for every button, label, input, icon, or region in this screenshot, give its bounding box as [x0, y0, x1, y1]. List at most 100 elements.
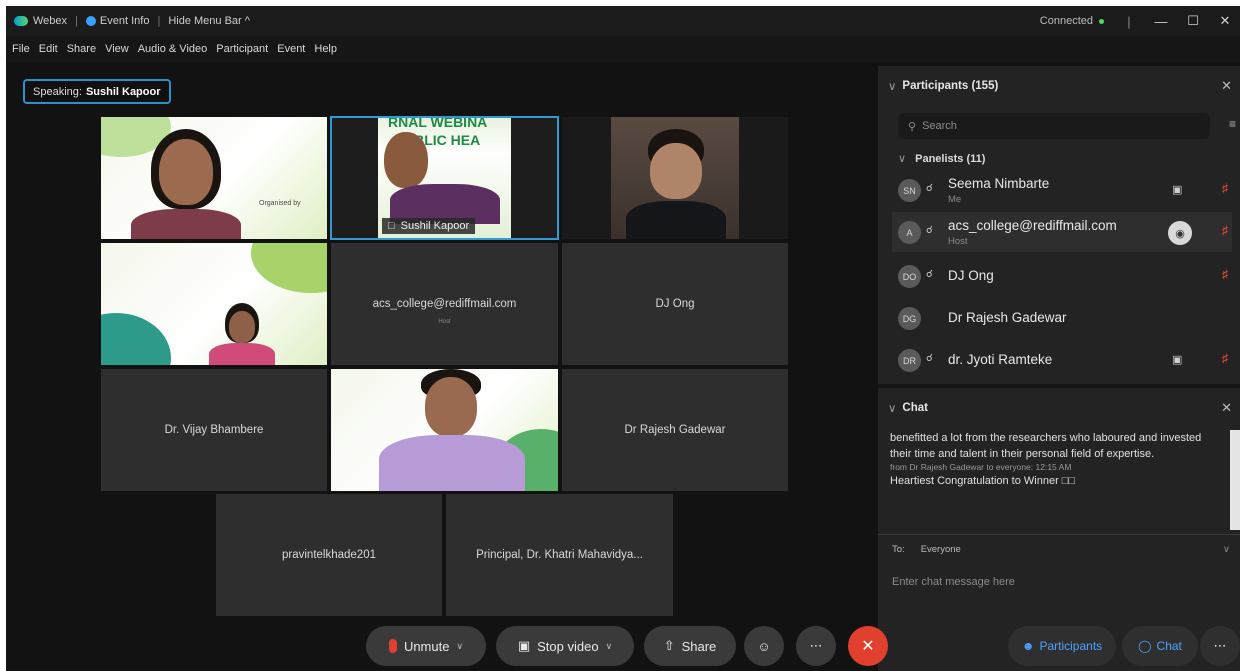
to-label: To: — [892, 544, 905, 555]
participants-toggle-button[interactable]: ☻ Participants — [1008, 626, 1116, 666]
video-tile-dj-ong[interactable]: DJ Ong — [561, 242, 789, 366]
microphone-icon: ☌ — [926, 183, 933, 194]
person-face — [229, 311, 255, 343]
chat-label: Chat — [1156, 639, 1182, 653]
microphone-icon: ☌ — [926, 353, 933, 364]
chat-message-input[interactable]: Enter chat message here — [892, 576, 1015, 588]
title-bar: Webex | Event Info | Hide Menu Bar ^ Con… — [6, 6, 1240, 36]
more-options-icon[interactable]: ◉ — [1168, 221, 1192, 245]
panelists-title: Panelists (11) — [915, 153, 986, 165]
share-icon: ⇧ — [663, 638, 675, 653]
person-face — [384, 132, 428, 188]
video-tile-acs-college[interactable]: acs_college@rediffmail.com Host — [330, 242, 559, 366]
chevron-down-icon[interactable]: ∨ — [888, 401, 896, 415]
close-participants-icon[interactable]: ✕ — [1221, 78, 1232, 94]
leave-meeting-button[interactable]: ✕ — [848, 626, 888, 666]
camera-icon: ▣ — [1172, 354, 1183, 366]
close-chat-icon[interactable]: ✕ — [1221, 400, 1232, 416]
person-face — [650, 143, 702, 199]
panelist-row[interactable]: DG Dr Rajesh Gadewar — [892, 298, 1232, 338]
chevron-down-icon[interactable]: ∨ — [456, 641, 463, 652]
more-options-button[interactable]: ⋯ — [796, 626, 836, 666]
speaking-indicator: Speaking: Sushil Kapoor — [23, 79, 171, 104]
chevron-down-icon[interactable]: ∨ — [888, 79, 896, 93]
panelist-name: dr. Jyoti Ramteke — [948, 352, 1053, 367]
video-tile-rajesh-gadewar[interactable]: Dr Rajesh Gadewar — [561, 368, 789, 492]
sort-list-icon[interactable]: ≡ — [1229, 117, 1236, 131]
video-tile-vijay-bhambere[interactable]: Dr. Vijay Bhambere — [100, 368, 328, 492]
chevron-down-icon: ∨ — [898, 153, 907, 165]
chat-recipient-select[interactable]: To: Everyone ∨ — [878, 534, 1240, 564]
participants-panel-header[interactable]: ∨ Participants (155) ✕ — [878, 66, 1240, 106]
muted-mic-icon[interactable]: ♯ — [1222, 223, 1228, 237]
chat-bubble-icon: ◯ — [1138, 639, 1152, 653]
screen-icon: □ — [388, 220, 395, 232]
panelist-row[interactable]: A ☌ acs_college@rediffmail.com Host ◉ ♯ — [892, 212, 1232, 252]
chat-toggle-button[interactable]: ◯ Chat — [1122, 626, 1198, 666]
hide-menu-bar-button[interactable]: Hide Menu Bar ^ — [168, 15, 250, 27]
webex-logo-icon — [14, 16, 28, 26]
share-button[interactable]: ⇧ Share — [644, 626, 736, 666]
person-body — [379, 435, 525, 491]
search-icon: ⚲ — [908, 120, 917, 133]
menu-bar: File Edit Share View Audio & Video Parti… — [6, 36, 1240, 62]
muted-mic-icon[interactable]: ♯ — [1222, 267, 1228, 281]
search-placeholder: Search — [922, 120, 957, 132]
panelist-row[interactable]: DO ☌ DJ Ong ♯ — [892, 256, 1232, 296]
window-close-button[interactable]: ✕ — [1218, 13, 1232, 29]
chat-message-meta: from Dr Rajesh Gadewar to everyone: 12:1… — [890, 462, 1072, 472]
menu-view[interactable]: View — [105, 43, 129, 55]
microphone-icon: ☌ — [926, 225, 933, 236]
unmute-button[interactable]: Unmute ∨ — [366, 626, 486, 666]
avatar: SN — [898, 179, 921, 202]
minimize-button[interactable]: — — [1154, 14, 1168, 29]
video-tile-presenter-woman[interactable]: Organised by — [100, 116, 328, 240]
panelist-name: Dr Rajesh Gadewar — [948, 310, 1067, 325]
video-tile-sushil-kapoor[interactable]: RNAL WEBINA UBLIC HEA □ Sushil Kapoor — [330, 116, 559, 240]
menu-file[interactable]: File — [12, 43, 30, 55]
panel-more-button[interactable]: ⋯ — [1200, 626, 1240, 666]
menu-participant[interactable]: Participant — [216, 43, 268, 55]
reactions-button[interactable]: ☺ — [744, 626, 784, 666]
connection-status[interactable]: Connected — [1040, 15, 1104, 27]
panelist-row[interactable]: DR ☌ dr. Jyoti Ramteke ▣ ♯ — [892, 340, 1232, 380]
menu-help[interactable]: Help — [314, 43, 337, 55]
tile-participant-name: Dr Rajesh Gadewar — [624, 424, 726, 436]
menu-event[interactable]: Event — [277, 43, 305, 55]
participant-search-input[interactable]: ⚲ Search — [898, 113, 1210, 139]
video-tile-pravintelkhade[interactable]: pravintelkhade201 — [215, 493, 443, 617]
avatar: A — [898, 221, 921, 244]
video-tile-man-glasses[interactable] — [561, 116, 789, 240]
panelist-role: Host — [948, 236, 968, 247]
stop-video-button[interactable]: ▣ Stop video ∨ — [496, 626, 634, 666]
tile-label-text: Sushil Kapoor — [400, 220, 470, 232]
video-tile-principal-khatri[interactable]: Principal, Dr. Khatri Mahavidya... — [445, 493, 674, 617]
avatar: DR — [898, 349, 921, 372]
panelists-section-header[interactable]: ∨ Panelists (11) — [898, 152, 985, 165]
chat-panel-header[interactable]: ∨ Chat ✕ — [878, 388, 1240, 428]
muted-mic-icon[interactable]: ♯ — [1222, 181, 1228, 195]
chevron-down-icon[interactable]: ∨ — [606, 641, 613, 652]
info-icon — [85, 16, 96, 26]
panelist-name: DJ Ong — [948, 268, 994, 283]
menu-share[interactable]: Share — [67, 43, 96, 55]
tile-participant-name: Dr. Vijay Bhambere — [164, 424, 264, 436]
title-separator-2: | — [157, 15, 161, 27]
more-icon: ⋯ — [809, 638, 823, 653]
event-info-button[interactable]: Event Info — [85, 15, 149, 27]
person-face — [159, 139, 213, 205]
menu-audio-video[interactable]: Audio & Video — [138, 43, 208, 55]
video-tile-presenter-slide[interactable] — [100, 242, 328, 366]
chat-scrollbar[interactable] — [1230, 430, 1240, 530]
maximize-button[interactable]: ☐ — [1186, 13, 1200, 29]
close-icon: ✕ — [861, 638, 875, 655]
panelist-row[interactable]: SN ☌ Seema Nimbarte Me ▣ ♯ — [892, 170, 1232, 210]
video-tile-man-purple-shirt[interactable] — [330, 368, 559, 492]
chat-message: benefitted a lot from the researchers wh… — [890, 432, 1202, 460]
tile-participant-name: pravintelkhade201 — [282, 549, 376, 561]
muted-mic-icon[interactable]: ♯ — [1222, 351, 1228, 365]
menu-edit[interactable]: Edit — [39, 43, 58, 55]
app-brand: Webex — [6, 15, 67, 27]
participants-label: Participants — [1039, 639, 1103, 653]
participants-icon: ☻ — [1021, 639, 1035, 653]
